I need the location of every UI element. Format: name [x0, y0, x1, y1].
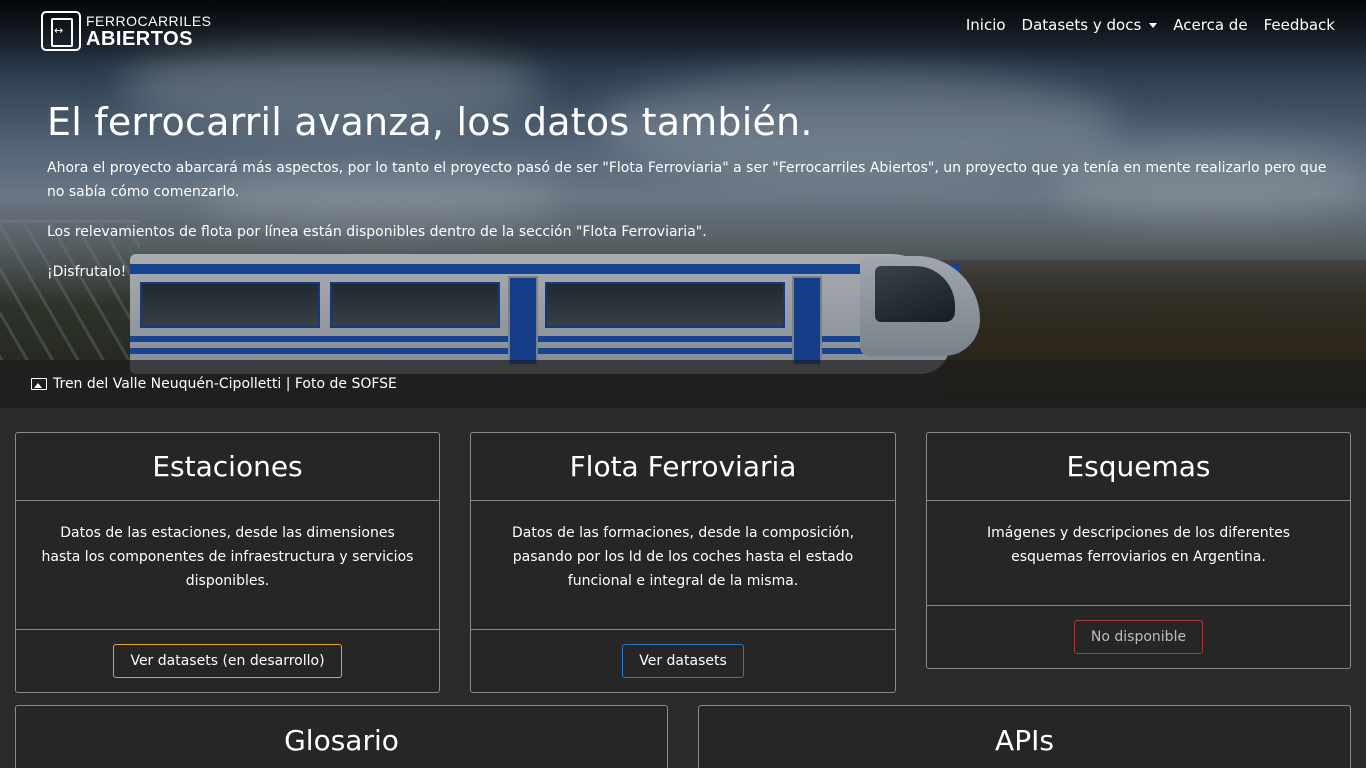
hero-title: El ferrocarril avanza, los datos también… — [47, 100, 813, 144]
card-estaciones: Estaciones Datos de las estaciones, desd… — [15, 432, 440, 693]
nav-inicio[interactable]: Inicio — [966, 16, 1006, 34]
card-footer: Ver datasets — [471, 629, 895, 692]
nav-acerca-de[interactable]: Acerca de — [1173, 16, 1247, 34]
card-title: Estaciones — [16, 433, 439, 501]
ver-datasets-estaciones-button[interactable]: Ver datasets (en desarrollo) — [113, 644, 342, 678]
logo-icon — [41, 11, 81, 51]
main-nav: Inicio Datasets y docs Acerca de Feedbac… — [966, 16, 1335, 34]
card-glosario: Glosario — [15, 705, 668, 768]
card-title: Esquemas — [927, 433, 1350, 501]
nav-datasets-label: Datasets y docs — [1021, 16, 1142, 34]
card-footer: No disponible — [927, 605, 1350, 668]
image-icon — [31, 378, 47, 390]
caret-down-icon — [1149, 22, 1158, 28]
card-title: Glosario — [284, 723, 399, 757]
card-text: Datos de las estaciones, desde las dimen… — [41, 525, 414, 589]
hero-paragraph: ¡Disfrutalo! — [47, 264, 127, 280]
card-title: APIs — [995, 723, 1054, 757]
hero-paragraph: Ahora el proyecto abarcará más aspectos,… — [47, 160, 1327, 200]
card-text: Datos de las formaciones, desde la compo… — [511, 525, 855, 589]
no-disponible-button[interactable]: No disponible — [1073, 620, 1204, 654]
hero-banner: FERROCARRILES ABIERTOS Inicio Datasets y… — [0, 0, 1366, 408]
brand-line2: ABIERTOS — [86, 27, 193, 50]
nav-feedback[interactable]: Feedback — [1264, 16, 1335, 34]
hero-paragraph: Los relevamientos de flota por línea est… — [47, 224, 707, 240]
card-text: Imágenes y descripciones de los diferent… — [986, 525, 1291, 565]
card-esquemas: Esquemas Imágenes y descripciones de los… — [926, 432, 1351, 669]
brand-line1: FERROCARRILES — [86, 12, 212, 29]
ver-datasets-flota-button[interactable]: Ver datasets — [622, 644, 744, 678]
hero-content: El ferrocarril avanza, los datos también… — [47, 100, 1327, 300]
card-apis: APIs — [698, 705, 1351, 768]
card-flota-ferroviaria: Flota Ferroviaria Datos de las formacion… — [470, 432, 896, 693]
card-title: Flota Ferroviaria — [471, 433, 895, 501]
card-footer: Ver datasets (en desarrollo) — [16, 629, 439, 692]
caption-text: Tren del Valle Neuquén-Cipolletti | Foto… — [53, 376, 397, 392]
brand-logo[interactable]: FERROCARRILES ABIERTOS — [41, 11, 212, 51]
photo-caption: Tren del Valle Neuquén-Cipolletti | Foto… — [0, 360, 1366, 408]
nav-datasets-dropdown[interactable]: Datasets y docs — [1022, 16, 1158, 34]
